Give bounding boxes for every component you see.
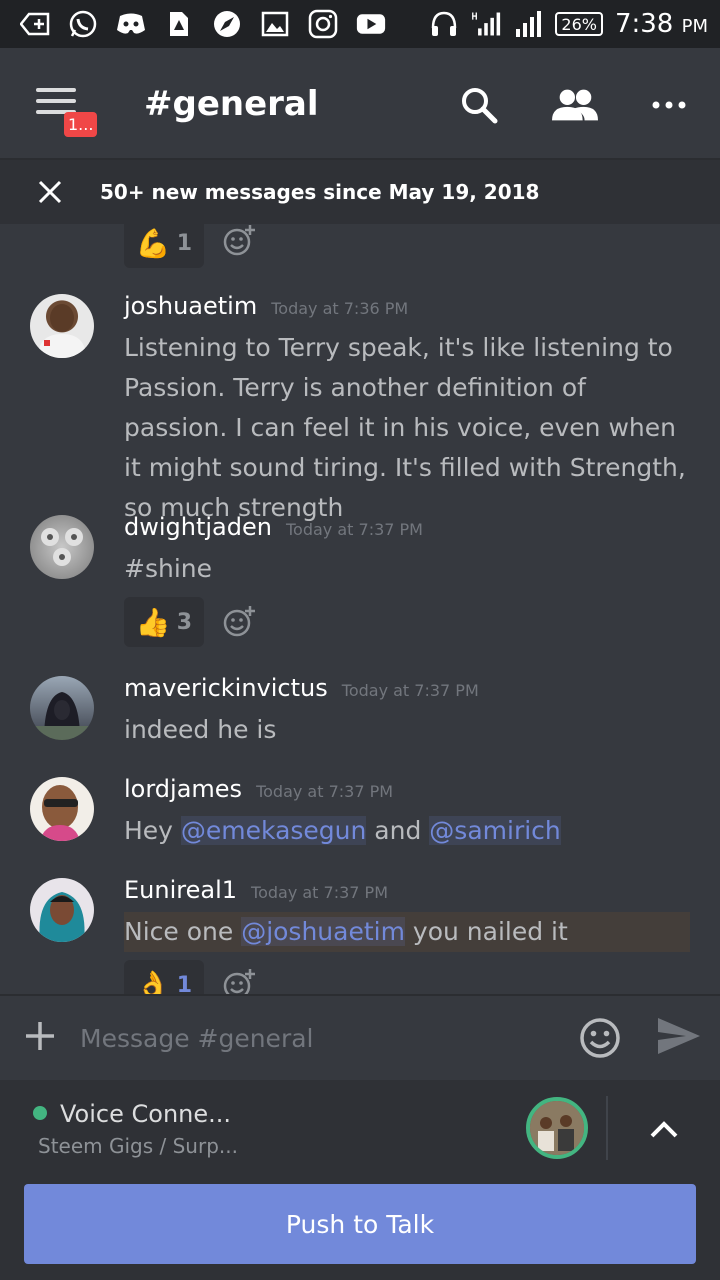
avatar[interactable]: [30, 515, 94, 579]
avatar[interactable]: [30, 676, 94, 740]
notification-badge: 1...: [64, 112, 98, 137]
search-icon[interactable]: [456, 82, 502, 128]
members-icon[interactable]: [552, 82, 598, 128]
flexed-biceps-icon: 💪: [135, 226, 171, 260]
youtube-icon: [356, 9, 386, 39]
clock-time: 7:38: [614, 9, 674, 39]
status-bar: 26% 7:38 PM: [0, 0, 720, 48]
message-timestamp: Today at 7:36 PM: [271, 299, 409, 318]
reaction-count: 1: [176, 230, 193, 256]
close-icon[interactable]: [0, 160, 100, 224]
emoji-picker-icon[interactable]: [578, 1016, 622, 1060]
message-author[interactable]: dwightjaden: [124, 513, 272, 541]
clock: 7:38 PM: [615, 9, 708, 39]
reaction-count: 3: [176, 609, 193, 635]
new-messages-bar[interactable]: 50+ new messages since May 19, 2018: [0, 160, 720, 224]
message-text-segment: and: [366, 816, 430, 845]
gallery-icon: [260, 9, 290, 39]
mention-link[interactable]: @emekasegun: [180, 816, 367, 845]
message-list[interactable]: 💪 1 joshuaetim Today at 7:36 PM Listenin…: [0, 224, 720, 994]
message-text: indeed he is: [124, 715, 277, 744]
voice-user-avatar[interactable]: [526, 1097, 588, 1159]
push-to-talk-button[interactable]: Push to Talk: [24, 1184, 696, 1264]
reaction-thumbs-up[interactable]: 👍 3: [124, 597, 204, 647]
system-status: 26% 7:38 PM: [429, 9, 708, 39]
file-alert-icon: [164, 9, 194, 39]
message-text-segment: you nailed it: [404, 917, 568, 946]
avatar[interactable]: [30, 777, 94, 841]
mention-link[interactable]: @samirich: [429, 816, 561, 845]
message-text-segment: Hey: [124, 816, 181, 845]
message-text: Hey @emekasegun and @samirich: [124, 811, 694, 851]
add-reaction-icon[interactable]: [222, 605, 258, 641]
message-author[interactable]: joshuaetim: [124, 292, 257, 320]
divider: [606, 1096, 608, 1160]
message-author[interactable]: maverickinvictus: [124, 674, 328, 702]
avatar[interactable]: [30, 294, 94, 358]
discord-icon: [116, 9, 146, 39]
message-text: Listening to Terry speak, it's like list…: [124, 333, 686, 522]
signal-icon: [513, 9, 543, 39]
clock-ampm: PM: [681, 16, 708, 37]
avatar[interactable]: [30, 878, 94, 942]
reaction-flexed-biceps[interactable]: 💪 1: [124, 224, 204, 268]
send-icon[interactable]: [656, 1016, 702, 1056]
add-attachment-icon[interactable]: [22, 1018, 58, 1054]
instagram-icon: [308, 9, 338, 39]
chevron-up-icon[interactable]: [644, 1110, 684, 1150]
message-timestamp: Today at 7:37 PM: [341, 681, 479, 700]
headphones-icon: [429, 9, 459, 39]
message-composer: [0, 994, 720, 1080]
ok-hand-icon: 👌: [135, 968, 171, 995]
message-text: #shine: [124, 554, 212, 583]
message-text: Nice one @joshuaetim you nailed it: [124, 912, 690, 952]
add-reaction-icon[interactable]: [222, 968, 258, 994]
backspace-icon: [20, 9, 50, 39]
add-reaction-icon[interactable]: [222, 224, 258, 260]
mention-link[interactable]: @joshuaetim: [241, 917, 405, 946]
new-messages-text: 50+ new messages since May 19, 2018: [100, 180, 540, 204]
message-input[interactable]: [80, 1016, 560, 1060]
reaction-count: 1: [176, 972, 193, 995]
voice-status[interactable]: Voice Conne...: [60, 1100, 231, 1128]
more-options-icon[interactable]: [646, 82, 692, 128]
battery-indicator: 26%: [555, 12, 603, 36]
voice-status-dot: [33, 1106, 47, 1120]
message-timestamp: Today at 7:37 PM: [285, 520, 423, 539]
message-timestamp: Today at 7:37 PM: [256, 782, 394, 801]
message-timestamp: Today at 7:37 PM: [251, 883, 389, 902]
thumbs-up-icon: 👍: [135, 605, 171, 639]
compass-icon: [212, 9, 242, 39]
whatsapp-icon: [68, 9, 98, 39]
message-author[interactable]: Eunireal1: [124, 876, 237, 904]
channel-header: 1... #general: [0, 48, 720, 160]
message-author[interactable]: lordjames: [124, 775, 242, 803]
channel-title: #general: [144, 84, 319, 124]
voice-channel[interactable]: Steem Gigs / Surp...: [38, 1134, 238, 1158]
mobile-data-icon: [471, 9, 501, 39]
notification-icons: [20, 9, 386, 39]
message-text-segment: Nice one: [124, 917, 242, 946]
reaction-ok-hand[interactable]: 👌 1: [124, 960, 204, 994]
